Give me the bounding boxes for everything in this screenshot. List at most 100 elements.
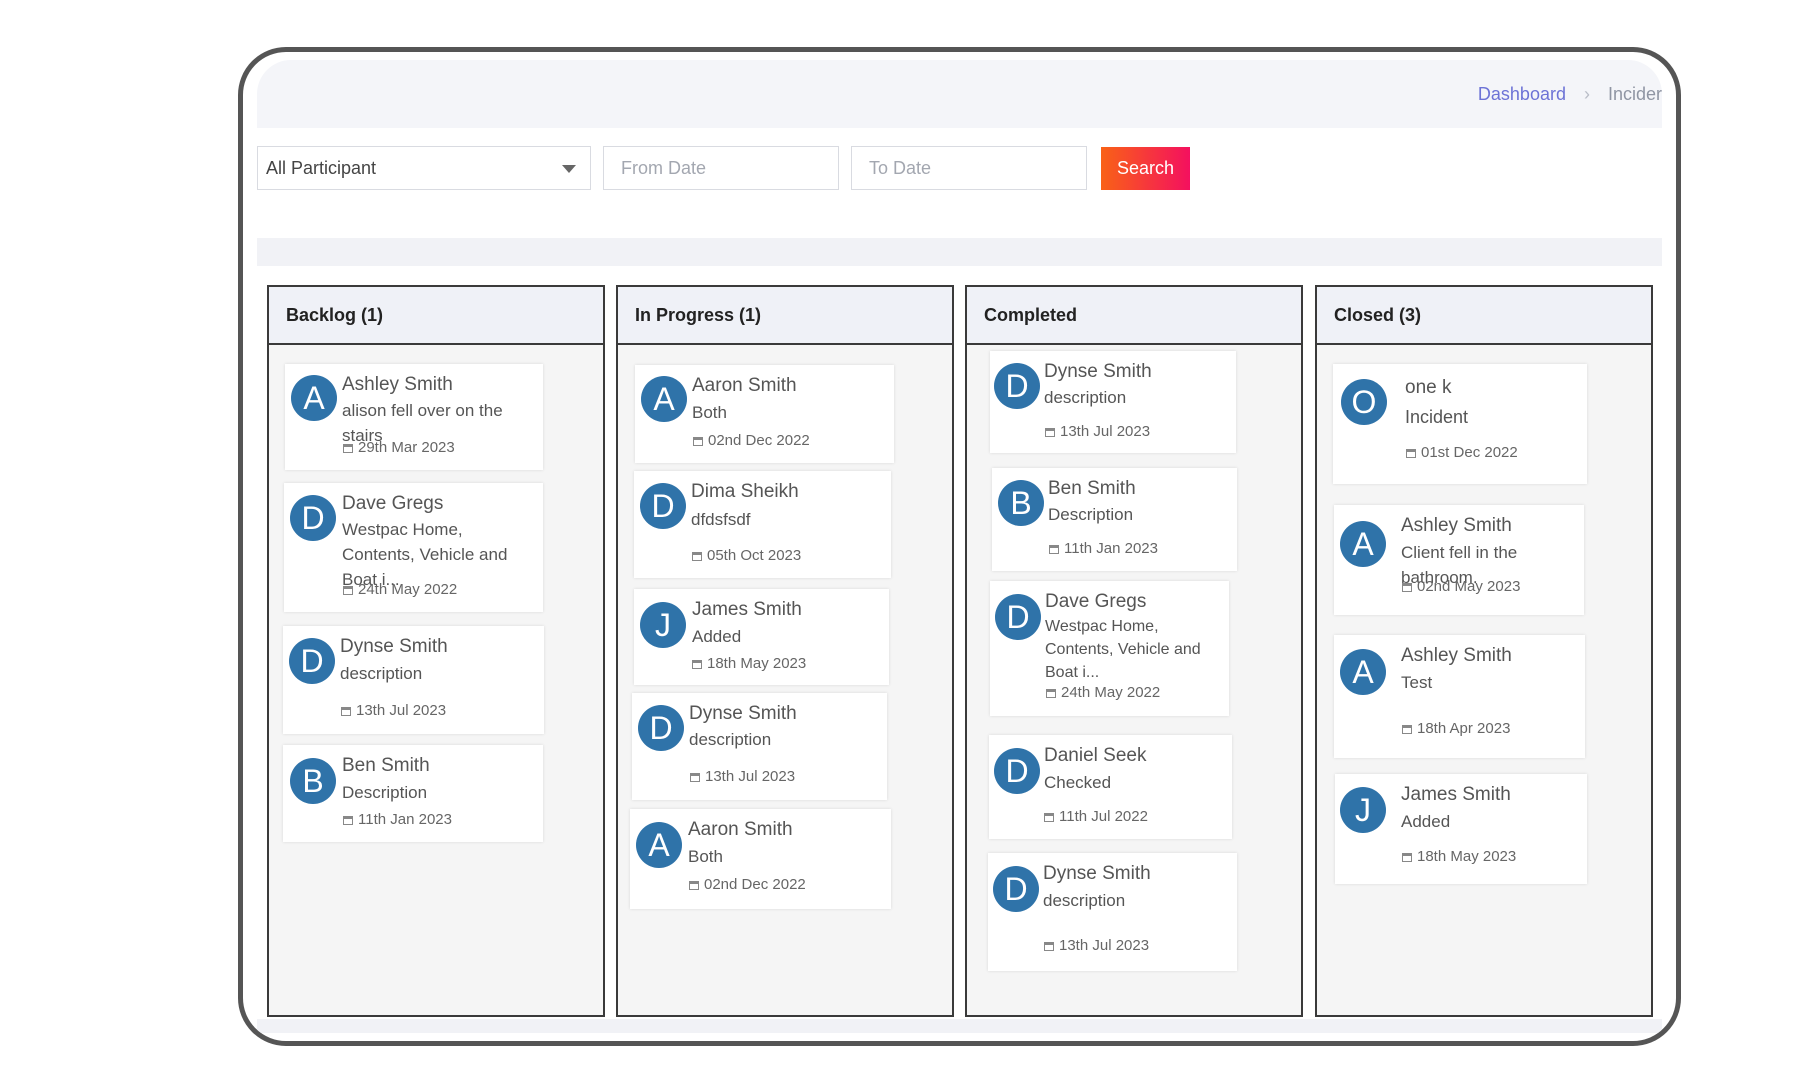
incident-card[interactable]: A Ashley Smith Test 18th Apr 2023	[1334, 635, 1585, 758]
from-date-input[interactable]: From Date	[603, 146, 839, 190]
calendar-icon	[1406, 449, 1416, 458]
breadcrumb-current: Incider	[1607, 84, 1662, 104]
incident-card[interactable]: D Dynse Smith description 13th Jul 2023	[283, 626, 544, 734]
card-description: Both	[692, 403, 727, 422]
card-name: Dynse Smith	[340, 636, 448, 657]
participant-select-value: All Participant	[266, 158, 377, 178]
calendar-icon	[1044, 942, 1054, 951]
chevron-down-icon	[562, 165, 576, 173]
card-date-text: 18th Apr 2023	[1417, 720, 1511, 737]
incident-card[interactable]: D Dynse Smith description 13th Jul 2023	[632, 693, 887, 800]
avatar: A	[291, 375, 337, 421]
card-description: description	[1043, 891, 1126, 910]
card-description: Checked	[1044, 773, 1112, 792]
card-name: Daniel Seek	[1044, 745, 1147, 766]
page-header: Dashboard › Incider	[257, 60, 1662, 128]
card-description: dfdsfsdf	[691, 510, 751, 529]
card-date-text: 05th Oct 2023	[707, 547, 802, 564]
calendar-icon	[1402, 583, 1412, 592]
search-button[interactable]: Search	[1101, 147, 1190, 190]
card-name: Dave Gregs	[342, 493, 444, 514]
column-completed: Completed D Dynse Smith description 13th…	[965, 285, 1303, 1017]
calendar-icon	[692, 660, 702, 669]
card-description: Description	[342, 783, 428, 802]
card-date: 18th Apr 2023	[1402, 720, 1510, 737]
avatar: D	[993, 866, 1039, 912]
card-date-text: 24th May 2022	[358, 581, 458, 598]
calendar-icon	[689, 881, 699, 890]
avatar: D	[994, 748, 1040, 794]
card-date: 13th Jul 2023	[1045, 423, 1150, 440]
avatar: J	[640, 602, 686, 648]
column-closed: Closed (3) O one k Incident 01st Dec 202…	[1315, 285, 1653, 1017]
calendar-icon	[1045, 428, 1055, 437]
card-date: 24th May 2022	[343, 581, 457, 598]
card-date: 11th Jan 2023	[343, 811, 452, 828]
card-name: Dima Sheikh	[691, 481, 799, 502]
card-description: description	[340, 664, 423, 683]
calendar-icon	[341, 707, 351, 716]
card-name: Ashley Smith	[342, 374, 453, 395]
breadcrumb-dashboard-link[interactable]: Dashboard	[1478, 84, 1566, 104]
card-date: 02nd May 2023	[1402, 578, 1520, 595]
to-date-input[interactable]: To Date	[851, 146, 1087, 190]
avatar: D	[995, 594, 1041, 640]
card-date-text: 13th Jul 2023	[705, 768, 796, 785]
card-date-text: 24th May 2022	[1061, 684, 1161, 701]
incident-card[interactable]: A Ashley Smith alison fell over on the s…	[285, 364, 543, 470]
calendar-icon	[1402, 725, 1412, 734]
card-description: description	[1044, 388, 1127, 407]
incident-card[interactable]: A Ashley Smith Client fell in the bathro…	[1334, 505, 1584, 615]
avatar: A	[641, 376, 687, 422]
card-date-text: 13th Jul 2023	[356, 702, 447, 719]
avatar: J	[1340, 787, 1386, 833]
incident-card[interactable]: A Aaron Smith Both 02nd Dec 2022	[635, 365, 894, 463]
calendar-icon	[1044, 813, 1054, 822]
incident-card[interactable]: D Dynse Smith description 13th Jul 2023	[990, 351, 1236, 453]
card-description: Westpac Home, Contents, Vehicle and Boat…	[1045, 618, 1201, 681]
column-title: Completed	[967, 287, 1301, 345]
avatar: D	[289, 638, 335, 684]
card-name: James Smith	[692, 599, 802, 620]
card-date: 11th Jul 2022	[1044, 808, 1148, 825]
card-description: Description	[1048, 505, 1134, 524]
card-date: 05th Oct 2023	[692, 547, 801, 564]
incident-card[interactable]: D Dynse Smith description 13th Jul 2023	[988, 853, 1237, 971]
incident-card[interactable]: D Dave Gregs Westpac Home, Contents, Veh…	[990, 581, 1229, 716]
card-name: Dave Gregs	[1045, 591, 1147, 612]
card-date: 13th Jul 2023	[1044, 937, 1149, 954]
calendar-icon	[1046, 689, 1056, 698]
incident-card[interactable]: D Daniel Seek Checked 11th Jul 2022	[989, 735, 1232, 839]
card-date: 02nd Dec 2022	[693, 432, 810, 449]
calendar-icon	[343, 444, 353, 453]
incident-card[interactable]: D Dima Sheikh dfdsfsdf 05th Oct 2023	[634, 471, 891, 578]
column-title: In Progress (1)	[618, 287, 952, 345]
incident-card[interactable]: O one k Incident 01st Dec 2022	[1333, 364, 1587, 484]
column-in-progress: In Progress (1) A Aaron Smith Both 02nd …	[616, 285, 954, 1017]
avatar: B	[998, 480, 1044, 526]
incident-card[interactable]: A Aaron Smith Both 02nd Dec 2022	[630, 809, 891, 909]
incident-card[interactable]: B Ben Smith Description 11th Jan 2023	[992, 468, 1237, 571]
participant-select[interactable]: All Participant	[257, 146, 591, 190]
card-name: Aaron Smith	[688, 819, 793, 840]
card-name: Ben Smith	[342, 755, 430, 776]
card-name: Ben Smith	[1048, 478, 1136, 499]
avatar: O	[1341, 379, 1387, 425]
card-name: Dynse Smith	[1044, 361, 1152, 382]
card-date: 18th May 2023	[692, 655, 806, 672]
card-description: description	[689, 730, 772, 749]
incident-card[interactable]: J James Smith Added 18th May 2023	[1335, 774, 1587, 884]
calendar-icon	[690, 773, 700, 782]
card-date-text: 11th Jan 2023	[358, 811, 452, 828]
card-date: 11th Jan 2023	[1049, 540, 1158, 557]
calendar-icon	[1402, 853, 1412, 862]
calendar-icon	[343, 586, 353, 595]
card-name: Ashley Smith	[1401, 515, 1512, 536]
avatar: A	[636, 822, 682, 868]
card-date: 18th May 2023	[1402, 848, 1516, 865]
incident-card[interactable]: J James Smith Added 18th May 2023	[634, 589, 889, 685]
incident-card[interactable]: B Ben Smith Description 11th Jan 2023	[283, 745, 543, 842]
incident-card[interactable]: D Dave Gregs Westpac Home, Contents, Veh…	[284, 483, 543, 612]
card-name: Dynse Smith	[689, 703, 797, 724]
card-description: Both	[688, 847, 723, 866]
